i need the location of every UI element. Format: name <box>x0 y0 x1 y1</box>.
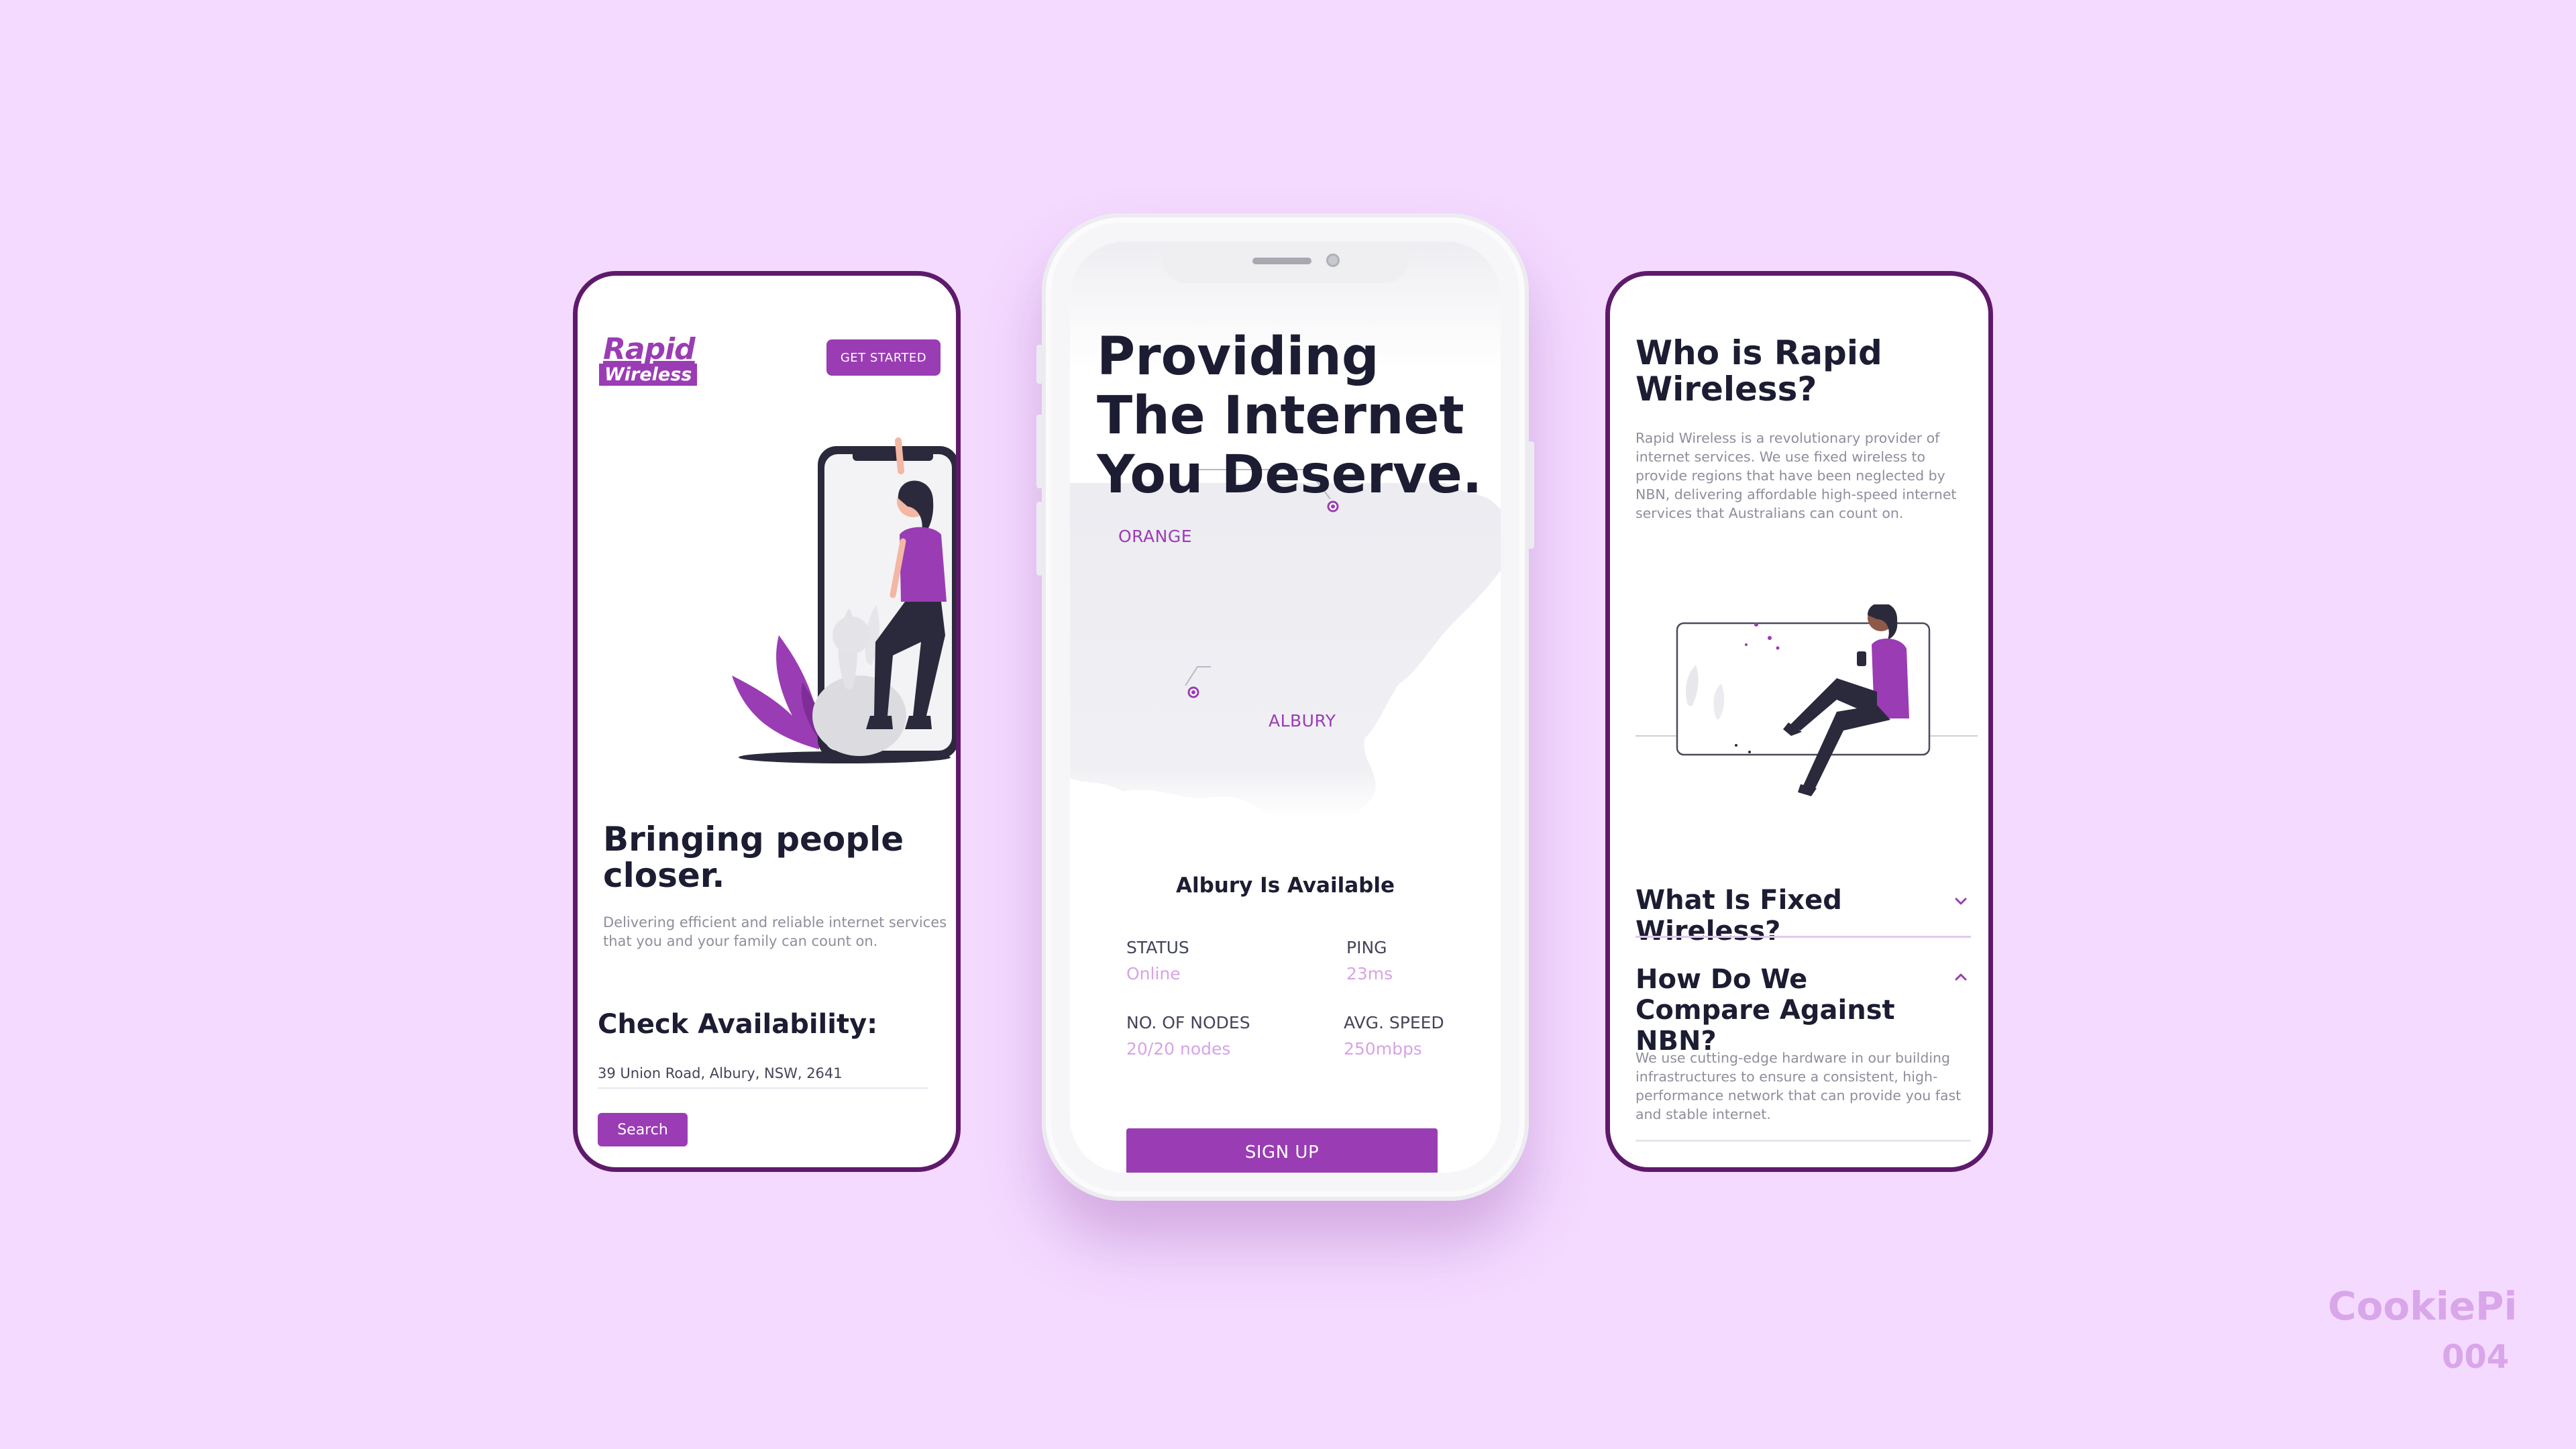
get-started-button[interactable]: GET STARTED <box>826 339 941 376</box>
stat-label: NO. OF NODES <box>1126 1013 1250 1032</box>
rapid-wireless-logo[interactable]: Rapid Wireless <box>599 332 698 386</box>
woman-top <box>900 527 947 602</box>
who-title: Who is Rapid Wireless? <box>1635 333 1882 409</box>
stat-speed: AVG. SPEED 250mbps <box>1344 1013 1444 1059</box>
hero-subtitle: Delivering efficient and reliable intern… <box>603 914 947 949</box>
phone-mockup-left: Rapid Wireless GET STARTED Bringing peop… <box>573 271 961 1172</box>
side-button <box>1527 441 1534 549</box>
stat-value: 20/20 nodes <box>1126 1039 1231 1059</box>
stat-ping: PING 23ms <box>1346 938 1393 983</box>
who-body: Rapid Wireless is a revolutionary provid… <box>1635 430 1957 521</box>
phone-mockup-right: Who is Rapid Wireless? Rapid Wireless is… <box>1605 271 1993 1172</box>
search-button[interactable]: Search <box>598 1113 688 1146</box>
faq-divider <box>1635 1140 1971 1142</box>
about-illustration <box>1635 604 1978 796</box>
headline: Providing The Internet You Deserve. <box>1097 327 1483 505</box>
orange-map-label: ORANGE <box>1118 527 1193 546</box>
faq-question-compare-nbn[interactable]: How Do We Compare Against NBN? <box>1635 964 1917 1057</box>
device-notch <box>853 446 933 461</box>
faq-divider <box>1635 936 1971 938</box>
albury-map-label: ALBURY <box>1269 711 1336 731</box>
watermark-brand: CookiePi <box>2328 1283 2518 1329</box>
side-button <box>1036 502 1043 576</box>
camera-icon <box>1326 254 1340 267</box>
faq-answer-compare-nbn: We use cutting-edge hardware in our buil… <box>1635 1050 1962 1122</box>
check-availability-title: Check Availability: <box>598 1009 878 1040</box>
chevron-up-icon[interactable] <box>1951 967 1971 987</box>
stat-value: 250mbps <box>1344 1039 1422 1059</box>
stat-label: AVG. SPEED <box>1344 1013 1444 1032</box>
hero-illustration <box>732 437 956 763</box>
phone-screen: Providing The Internet You Deserve. ORAN… <box>1070 241 1501 1173</box>
stat-value: Online <box>1126 964 1181 983</box>
stat-label: PING <box>1346 938 1387 957</box>
watermark-number: 004 <box>2442 1338 2510 1376</box>
chevron-down-icon[interactable] <box>1951 892 1971 912</box>
logo-line1: Rapid <box>603 332 696 366</box>
logo-line2: Wireless <box>599 364 698 386</box>
address-input[interactable] <box>598 1059 928 1089</box>
sign-up-button[interactable]: SIGN UP <box>1126 1128 1438 1173</box>
phone-in-hand <box>1857 651 1866 666</box>
hero-title: Bringing people closer. <box>603 820 904 895</box>
stat-value: 23ms <box>1346 964 1393 983</box>
stat-label: STATUS <box>1126 938 1189 957</box>
stat-nodes: NO. OF NODES 20/20 nodes <box>1126 1013 1250 1059</box>
side-button <box>1036 415 1043 488</box>
side-button <box>1036 345 1043 384</box>
stat-status: STATUS Online <box>1126 938 1189 983</box>
availability-title: Albury Is Available <box>1176 873 1395 898</box>
phone-mockup-center: Providing The Internet You Deserve. ORAN… <box>1036 213 1534 1201</box>
phone-notch <box>1161 241 1409 283</box>
speaker-grille <box>1252 258 1311 264</box>
